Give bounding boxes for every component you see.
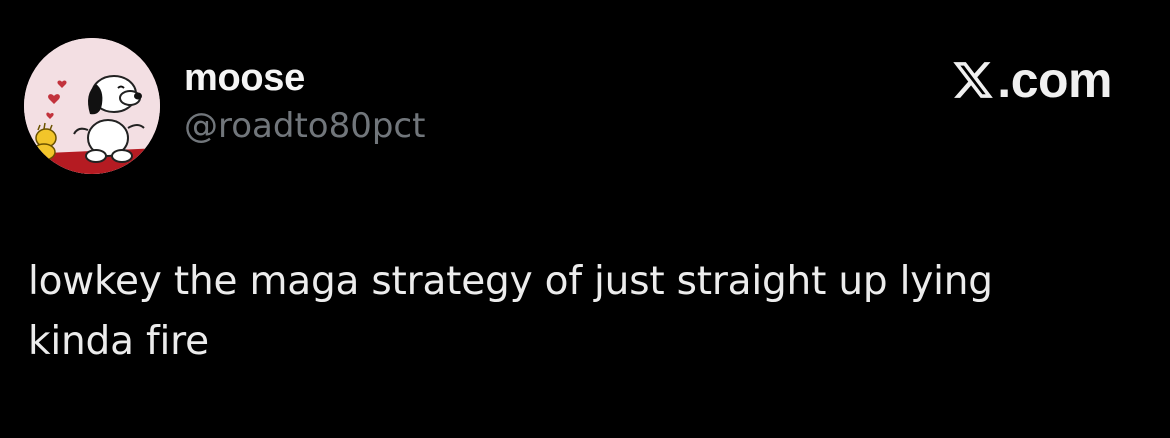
- tweet-text: lowkey the maga strategy of just straigh…: [28, 259, 993, 364]
- author-identity: moose @roadto80pct: [184, 56, 425, 148]
- author-handle[interactable]: @roadto80pct: [184, 104, 425, 148]
- x-com-brand[interactable]: .com: [951, 54, 1112, 106]
- snoopy-woodstock-avatar-icon: [24, 38, 160, 174]
- x-logo-icon: [953, 62, 994, 98]
- tweet-card: moose @roadto80pct .com lowkey the maga …: [0, 0, 1170, 438]
- avatar[interactable]: [24, 38, 160, 174]
- author-display-name[interactable]: moose: [184, 56, 425, 100]
- brand-domain-text: .com: [997, 52, 1112, 108]
